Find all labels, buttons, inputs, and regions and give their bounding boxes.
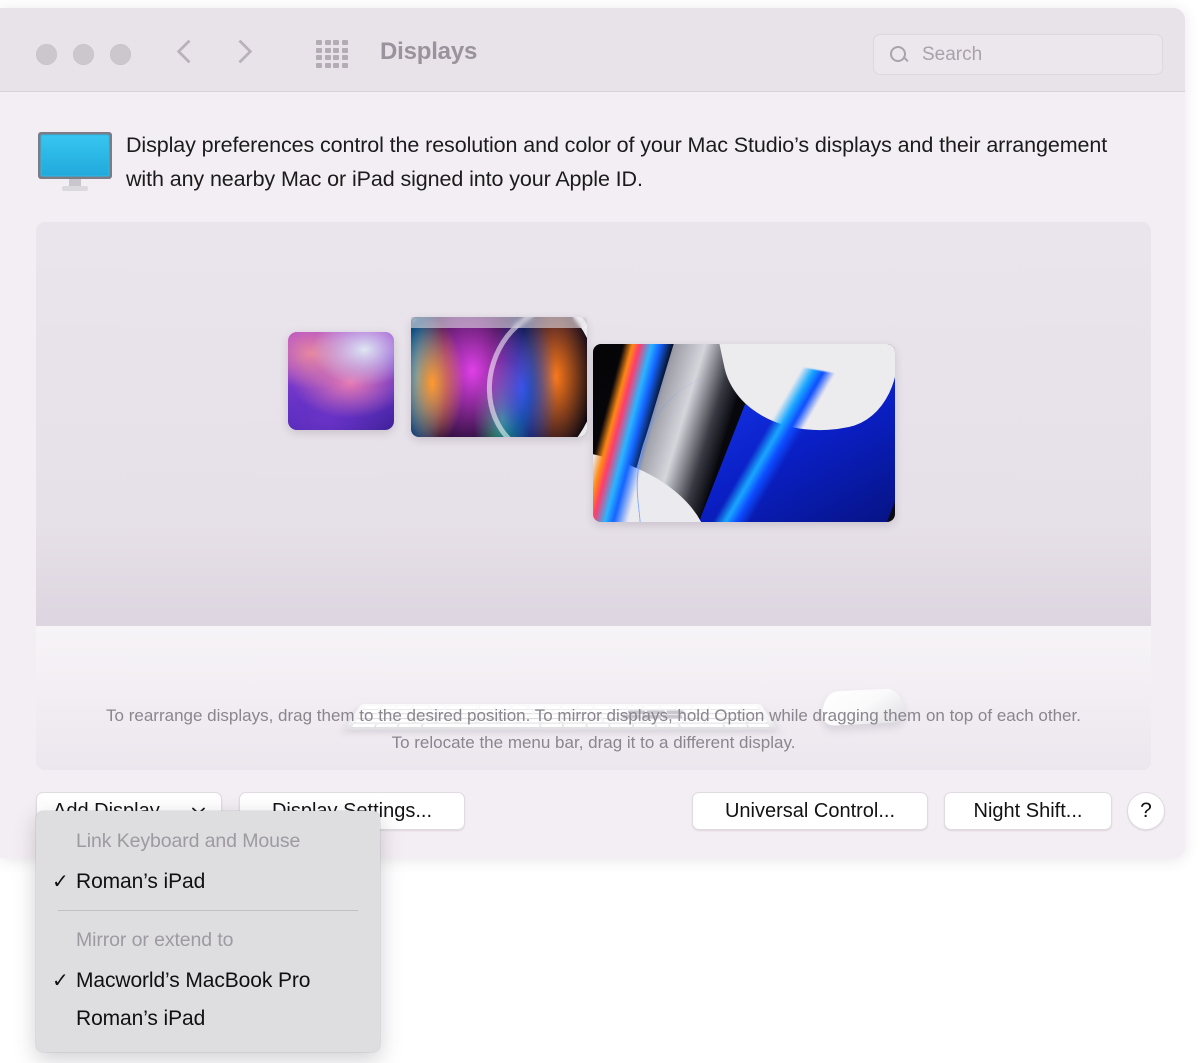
universal-control-button[interactable]: Universal Control... — [692, 792, 928, 830]
close-button[interactable] — [36, 44, 57, 65]
display-1-wallpaper — [288, 332, 394, 430]
chevron-left-icon[interactable] — [176, 33, 198, 73]
search-icon — [888, 44, 910, 66]
displays-preferences-window: Displays Disp — [0, 8, 1185, 858]
display-monitor-icon — [36, 130, 114, 197]
display-arrangement-stage — [36, 222, 1151, 626]
zoom-button[interactable] — [110, 44, 131, 65]
help-label: ? — [1140, 799, 1152, 822]
navigation-arrows — [176, 33, 252, 73]
menu-item-mirror-romans-ipad[interactable]: Roman’s iPad — [36, 1000, 380, 1038]
night-shift-label: Night Shift... — [973, 799, 1083, 822]
display-thumbnail-3[interactable] — [593, 344, 895, 522]
checkmark-icon: ✓ — [52, 871, 69, 893]
checkmark-icon: ✓ — [52, 970, 69, 992]
universal-control-label: Universal Control... — [724, 799, 896, 822]
menu-section-header-mirror: Mirror or extend to — [76, 929, 234, 951]
minimize-button[interactable] — [73, 44, 94, 65]
night-shift-button[interactable]: Night Shift... — [944, 792, 1112, 830]
menu-separator — [58, 910, 358, 911]
display-2-menu-bar — [411, 317, 587, 328]
add-display-dropdown-menu[interactable]: Link Keyboard and Mouse ✓ Roman’s iPad M… — [36, 811, 380, 1052]
search-input[interactable] — [920, 42, 1134, 67]
search-field[interactable] — [873, 34, 1163, 75]
display-thumbnail-1[interactable] — [288, 332, 394, 430]
arrangement-hint-text: To rearrange displays, drag them to the … — [106, 706, 1081, 752]
page-title: Displays — [380, 38, 478, 65]
menu-item-link-romans-ipad[interactable]: ✓ Roman’s iPad — [36, 862, 380, 901]
chevron-right-icon[interactable] — [230, 33, 252, 73]
menu-item-mirror-macbook-pro[interactable]: ✓ Macworld’s MacBook Pro — [36, 961, 380, 1000]
description-row: Display preferences control the resoluti… — [0, 92, 1185, 197]
window-content: Display preferences control the resoluti… — [0, 92, 1185, 838]
menu-section-header-link: Link Keyboard and Mouse — [76, 830, 301, 852]
help-button[interactable]: ? — [1127, 792, 1165, 830]
window-toolbar: Displays — [0, 8, 1185, 92]
display-arrangement-panel[interactable]: To rearrange displays, drag them to the … — [36, 222, 1151, 770]
window-traffic-lights — [36, 44, 131, 65]
menu-item-label: Roman’s iPad — [76, 1007, 206, 1030]
grid-apps-icon[interactable] — [316, 40, 348, 68]
description-text: Display preferences control the resoluti… — [126, 133, 1108, 191]
display-thumbnail-2[interactable] — [411, 317, 587, 437]
menu-item-label: Roman’s iPad — [76, 869, 206, 893]
menu-item-label: Macworld’s MacBook Pro — [76, 968, 311, 992]
